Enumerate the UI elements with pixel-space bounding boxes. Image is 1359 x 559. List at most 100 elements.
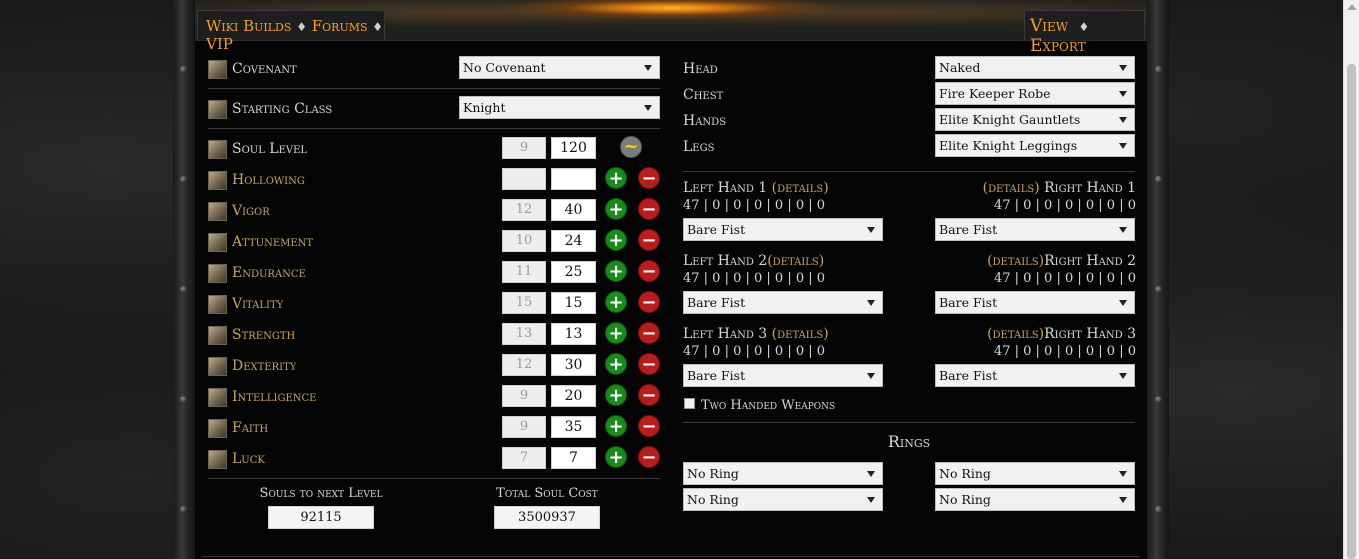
left-hand-3-details-link[interactable]: (details) [772, 326, 829, 342]
left-hand-2-details-link[interactable]: (details) [767, 253, 824, 269]
right-hand-1-details-link[interactable]: (details) [983, 180, 1040, 196]
auto-level-button[interactable]: ~ [620, 136, 642, 158]
ring-slot-3-select[interactable]: No Ring [683, 488, 883, 511]
right-hand-3-select[interactable]: Bare Fist [935, 364, 1135, 387]
covenant-select[interactable]: No Covenant [459, 56, 660, 79]
scrollbar[interactable] [1343, 0, 1359, 559]
scrollbar-thumb[interactable] [1347, 64, 1356, 559]
strength-icon [208, 326, 227, 345]
rings-title: Rings [887, 432, 931, 451]
right-hand-1-title: Right Hand 1 [1039, 180, 1136, 196]
strength-input[interactable]: 13 [551, 323, 596, 345]
strength-label: Strength [232, 327, 296, 343]
right-hand-3-details-link[interactable]: (details) [987, 326, 1044, 342]
endurance-minus-button[interactable]: − [638, 260, 660, 282]
nav-separator: ♦ [296, 20, 307, 34]
vigor-input[interactable]: 40 [551, 199, 596, 221]
ring-slot-4-value: No Ring [939, 492, 991, 507]
hollowing-input[interactable] [551, 168, 596, 190]
chest-armor-select[interactable]: Fire Keeper Robe [935, 82, 1135, 105]
left-hand-3-label: Left Hand 3 (details) [683, 326, 829, 342]
faith-input[interactable]: 35 [551, 416, 596, 438]
right-hand-1-value: Bare Fist [939, 222, 998, 237]
left-hand-2-value: Bare Fist [687, 295, 746, 310]
left-hand-2-select[interactable]: Bare Fist [683, 291, 883, 314]
strength-minus-button[interactable]: − [638, 322, 660, 344]
faith-minus-button[interactable]: − [638, 415, 660, 437]
dexterity-plus-button[interactable]: + [605, 353, 627, 375]
vitality-minus-button[interactable]: − [638, 291, 660, 313]
left-hand-1-details-link[interactable]: (details) [772, 180, 829, 196]
divider [208, 478, 660, 479]
rivet-icon [180, 506, 187, 513]
hands-armor-select[interactable]: Elite Knight Gauntlets [935, 108, 1135, 131]
soul-level-input[interactable]: 120 [551, 137, 596, 159]
souls-next-level-label: Souls to next Level [259, 486, 383, 501]
ring-slot-2-select[interactable]: No Ring [935, 462, 1135, 485]
intelligence-plus-button[interactable]: + [605, 384, 627, 406]
strength-plus-button[interactable]: + [605, 322, 627, 344]
starting-class-select[interactable]: Knight [459, 96, 660, 119]
chevron-down-icon [1119, 143, 1127, 149]
left-hand-2-label: Left Hand 2(details) [683, 253, 824, 269]
endurance-base: 11 [502, 261, 546, 283]
right-hand-2-select[interactable]: Bare Fist [935, 291, 1135, 314]
right-hand-1-select[interactable]: Bare Fist [935, 218, 1135, 241]
scroll-up-arrow-icon[interactable] [1347, 4, 1357, 10]
right-hand-2-details-link[interactable]: (details) [987, 253, 1044, 269]
luck-base: 7 [502, 447, 546, 469]
rivet-icon [180, 396, 187, 403]
luck-plus-button[interactable]: + [605, 446, 627, 468]
faith-label: Faith [232, 420, 269, 436]
dexterity-minus-button[interactable]: − [638, 353, 660, 375]
ring-slot-1-select[interactable]: No Ring [683, 462, 883, 485]
two-handed-checkbox[interactable] [684, 398, 695, 409]
hollowing-plus-button[interactable]: + [605, 167, 627, 189]
vigor-minus-button[interactable]: − [638, 198, 660, 220]
faith-plus-button[interactable]: + [605, 415, 627, 437]
nav-separator: ♦ [1078, 20, 1090, 34]
head-armor-select[interactable]: Naked [935, 56, 1135, 79]
vitality-plus-button[interactable]: + [605, 291, 627, 313]
head-armor-value: Naked [939, 60, 981, 75]
legs-armor-value: Elite Knight Leggings [939, 138, 1078, 153]
covenant-selected-value: No Covenant [463, 60, 546, 75]
nav-vip-link[interactable]: VIP [206, 35, 233, 53]
rivet-icon [180, 176, 187, 183]
left-hand-3-select[interactable]: Bare Fist [683, 364, 883, 387]
view-link[interactable]: View [1030, 16, 1068, 36]
ring-slot-2-value: No Ring [939, 466, 991, 481]
legs-armor-select[interactable]: Elite Knight Leggings [935, 134, 1135, 157]
nav-forums-link[interactable]: Forums [312, 17, 368, 35]
head-label: Head [683, 61, 718, 77]
luck-minus-button[interactable]: − [638, 446, 660, 468]
vitality-input[interactable]: 15 [551, 292, 596, 314]
right-hand-2-value: Bare Fist [939, 295, 998, 310]
chest-armor-value: Fire Keeper Robe [939, 86, 1051, 101]
attunement-plus-button[interactable]: + [605, 229, 627, 251]
dexterity-input[interactable]: 30 [551, 354, 596, 376]
strength-base: 13 [502, 323, 546, 345]
hollowing-minus-button[interactable]: − [638, 167, 660, 189]
ring-slot-4-select[interactable]: No Ring [935, 488, 1135, 511]
intelligence-minus-button[interactable]: − [638, 384, 660, 406]
chevron-down-icon [1119, 497, 1127, 503]
right-hand-2-stats: 47 | 0 | 0 | 0 | 0 | 0 | 0 [993, 271, 1136, 286]
covenant-label: Covenant [232, 61, 297, 77]
luck-input[interactable]: 7 [551, 447, 596, 469]
endurance-plus-button[interactable]: + [605, 260, 627, 282]
intelligence-icon [208, 388, 227, 407]
endurance-input[interactable]: 25 [551, 261, 596, 283]
right-hand-3-value: Bare Fist [939, 368, 998, 383]
nav-wiki-builds-link[interactable]: Wiki Builds [206, 17, 291, 35]
attunement-input[interactable]: 24 [551, 230, 596, 252]
intelligence-input[interactable]: 20 [551, 385, 596, 407]
chevron-down-icon [867, 300, 875, 306]
attunement-minus-button[interactable]: − [638, 229, 660, 251]
vigor-plus-button[interactable]: + [605, 198, 627, 220]
left-hand-1-select[interactable]: Bare Fist [683, 218, 883, 241]
export-link[interactable]: Export [1030, 36, 1086, 56]
endurance-label: Endurance [232, 265, 306, 281]
left-hand-3-value: Bare Fist [687, 368, 746, 383]
bottom-divider [202, 556, 1140, 557]
